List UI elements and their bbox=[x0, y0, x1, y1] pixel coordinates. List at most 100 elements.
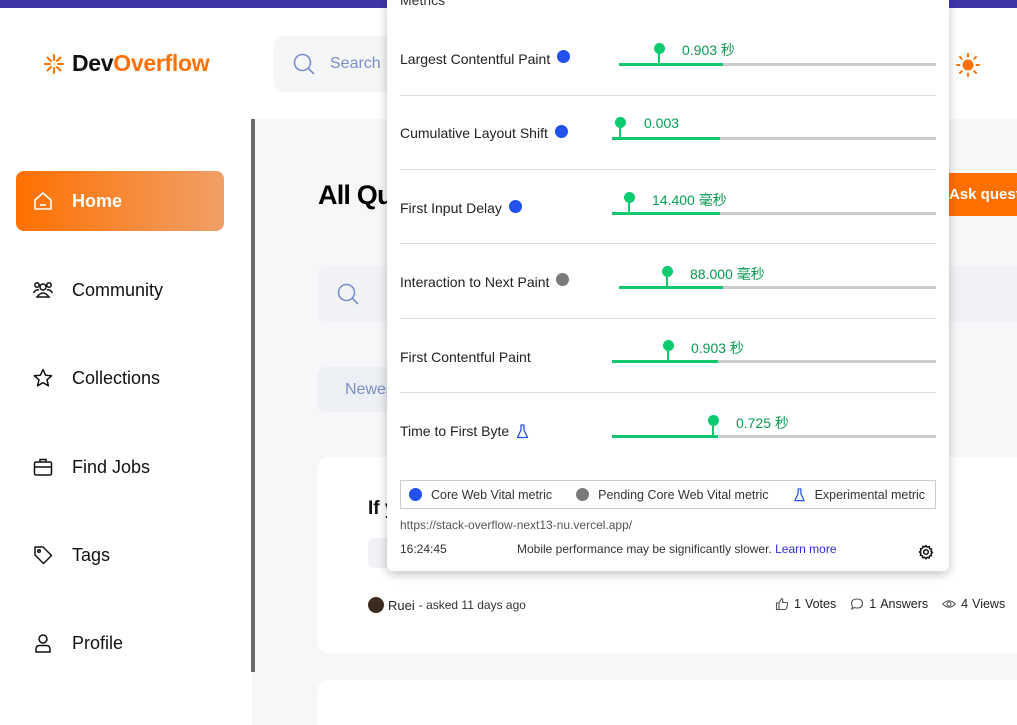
metric-value: 0.903 秒 bbox=[682, 42, 735, 58]
sidebar-item-label: Community bbox=[72, 279, 164, 300]
metric-threshold-bar bbox=[612, 212, 936, 215]
core-vital-dot-icon bbox=[409, 488, 422, 501]
views-count: 4 bbox=[961, 597, 969, 611]
sidebar-item-find-jobs[interactable]: Find Jobs bbox=[16, 437, 224, 497]
core-vital-dot-icon bbox=[554, 124, 568, 138]
metric-row-cls: Cumulative Layout Shift 0.003 bbox=[400, 96, 936, 170]
metric-threshold-bar bbox=[612, 137, 936, 140]
author-name: Ruei bbox=[388, 597, 415, 613]
home-icon bbox=[34, 192, 52, 210]
user-icon bbox=[35, 634, 51, 653]
sidebar-item-tags[interactable]: Tags bbox=[16, 525, 224, 585]
logo-text-overflow: Overflow bbox=[113, 50, 210, 76]
ask-question-button[interactable]: Ask questi bbox=[937, 173, 1017, 216]
suitcase-icon bbox=[33, 458, 53, 476]
metric-label: First Input Delay bbox=[400, 199, 522, 216]
sidebar-item-label: Profile bbox=[72, 632, 124, 653]
metric-name: Interaction to Next Paint bbox=[400, 274, 550, 290]
metric-row-lcp: Largest Contentful Paint 0.903 秒 bbox=[400, 22, 936, 96]
metric-threshold-bar bbox=[619, 63, 936, 66]
tag-icon bbox=[34, 546, 53, 565]
page-title: All Qu bbox=[318, 180, 393, 210]
metric-legend: Core Web Vital metric Pending Core Web V… bbox=[400, 480, 936, 509]
views-label: Views bbox=[972, 597, 1006, 611]
sidebar-item-label: Tags bbox=[72, 544, 111, 565]
star-icon bbox=[33, 368, 53, 387]
gear-icon[interactable] bbox=[918, 544, 934, 560]
core-vital-dot-icon bbox=[557, 49, 571, 63]
question-author[interactable]: Ruei - asked 11 days ago bbox=[368, 597, 526, 613]
metric-threshold-bar bbox=[612, 435, 936, 438]
search-icon bbox=[337, 283, 359, 305]
metric-marker-head bbox=[663, 340, 674, 351]
experimental-flask-icon bbox=[517, 423, 529, 438]
metric-name: First Input Delay bbox=[400, 200, 502, 216]
page-url: https://stack-overflow-next13-nu.vercel.… bbox=[400, 518, 633, 532]
metric-name: Time to First Byte bbox=[400, 423, 510, 439]
eye-icon bbox=[942, 600, 957, 608]
search-icon bbox=[293, 53, 315, 75]
metric-value: 0.903 秒 bbox=[691, 340, 744, 356]
metric-row-fcp: First Contentful Paint 0.903 秒 bbox=[400, 319, 936, 393]
sidebar-item-home[interactable]: Home bbox=[16, 171, 224, 231]
users-icon bbox=[32, 282, 54, 298]
metric-value: 14.400 毫秒 bbox=[652, 192, 727, 208]
votes-count: 1 bbox=[794, 597, 801, 611]
metric-value: 0.003 bbox=[644, 115, 680, 131]
experimental-flask-icon bbox=[793, 487, 805, 501]
metrics-heading: Metrics bbox=[400, 0, 446, 8]
metric-marker-head bbox=[615, 117, 626, 128]
question-stats: 1 Votes 1 Answers 4 Views bbox=[775, 597, 1017, 611]
sidebar-item-collections[interactable]: Collections bbox=[16, 348, 224, 408]
votes-stat: 1 Votes bbox=[775, 597, 836, 611]
logo-text-dev: Dev bbox=[72, 50, 114, 76]
metric-threshold-bar bbox=[612, 360, 936, 363]
metric-name: First Contentful Paint bbox=[400, 349, 531, 365]
avatar bbox=[368, 597, 384, 613]
answers-count: 1 bbox=[869, 597, 877, 611]
legend-core: Core Web Vital metric bbox=[409, 488, 552, 502]
metric-marker-head bbox=[654, 43, 665, 54]
sidebar-item-label: Collections bbox=[72, 367, 161, 388]
message-icon bbox=[851, 598, 864, 611]
answers-label: Answers bbox=[880, 597, 929, 611]
legend-label: Experimental metric bbox=[814, 487, 926, 502]
metric-label: First Contentful Paint bbox=[400, 349, 531, 365]
metric-name: Largest Contentful Paint bbox=[400, 51, 551, 67]
legend-pending: Pending Core Web Vital metric bbox=[576, 487, 769, 502]
metric-row-ttfb: Time to First Byte 0.725 秒 bbox=[400, 393, 936, 467]
measurement-time: 16:24:45 bbox=[400, 542, 447, 556]
answers-stat: 1 Answers bbox=[850, 597, 928, 611]
mobile-note: Mobile performance may be significantly … bbox=[517, 542, 837, 556]
app-logo[interactable]: Dev Overflow bbox=[42, 50, 210, 77]
metric-row-fid: First Input Delay 14.400 毫秒 bbox=[400, 170, 936, 244]
thumbs-up-icon bbox=[775, 597, 789, 611]
metric-marker-head bbox=[624, 192, 635, 203]
asked-time: - asked 11 days ago bbox=[418, 598, 526, 612]
learn-more-link[interactable]: Learn more bbox=[775, 542, 836, 556]
views-stat: 4 Views bbox=[942, 597, 1005, 611]
sidebar-item-profile[interactable]: Profile bbox=[16, 613, 224, 673]
logo-sun-icon bbox=[44, 53, 64, 74]
legend-label: Pending Core Web Vital metric bbox=[598, 487, 769, 502]
metric-marker-head bbox=[708, 415, 719, 426]
pending-vital-dot-icon bbox=[576, 488, 590, 501]
theme-toggle-sun-icon[interactable] bbox=[955, 52, 981, 78]
question-card[interactable] bbox=[318, 680, 1017, 725]
pending-vital-dot-icon bbox=[556, 272, 570, 286]
metric-value: 88.000 毫秒 bbox=[690, 266, 765, 282]
metric-label: Largest Contentful Paint bbox=[400, 49, 571, 67]
metric-name: Cumulative Layout Shift bbox=[400, 125, 548, 141]
sidebar-item-community[interactable]: Community bbox=[16, 260, 224, 320]
legend-experimental: Experimental metric bbox=[793, 488, 925, 502]
sidebar-item-label: Home bbox=[72, 190, 123, 211]
votes-label: Votes bbox=[804, 597, 837, 611]
metric-marker-head bbox=[662, 266, 673, 277]
search-placeholder: Search bbox=[330, 55, 381, 72]
legend-label: Core Web Vital metric bbox=[431, 487, 553, 502]
core-vital-dot-icon bbox=[508, 199, 522, 213]
metric-label: Interaction to Next Paint bbox=[400, 272, 570, 290]
metric-row-inp: Interaction to Next Paint 88.000 毫秒 bbox=[400, 245, 936, 319]
metric-label: Time to First Byte bbox=[400, 423, 529, 439]
metric-label: Cumulative Layout Shift bbox=[400, 124, 568, 141]
